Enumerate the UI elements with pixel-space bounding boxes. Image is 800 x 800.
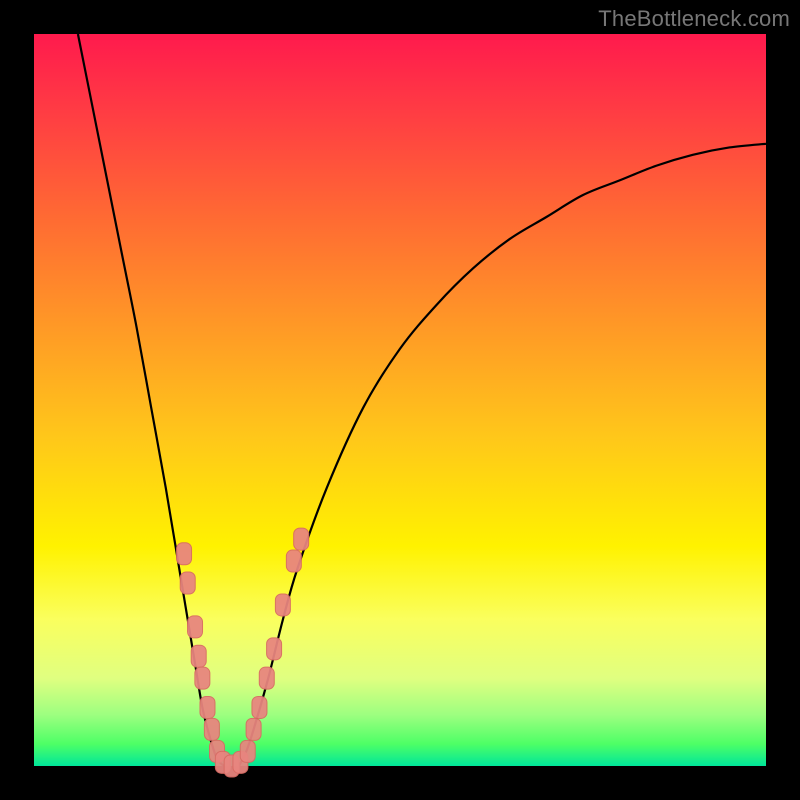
marker-point xyxy=(240,740,255,762)
chart-frame: TheBottleneck.com xyxy=(0,0,800,800)
marker-point xyxy=(267,638,282,660)
marker-point xyxy=(180,572,195,594)
marker-point xyxy=(200,696,215,718)
marker-point xyxy=(188,616,203,638)
marker-point xyxy=(195,667,210,689)
bottleneck-curve xyxy=(78,34,766,766)
marker-point xyxy=(204,718,219,740)
marker-point xyxy=(246,718,261,740)
curve-layer xyxy=(34,34,766,766)
marker-point xyxy=(191,645,206,667)
marker-point xyxy=(275,594,290,616)
marker-point xyxy=(259,667,274,689)
marker-point xyxy=(177,543,192,565)
marker-cluster xyxy=(177,528,309,777)
marker-point xyxy=(286,550,301,572)
marker-point xyxy=(252,696,267,718)
watermark-text: TheBottleneck.com xyxy=(598,6,790,32)
series-right-branch xyxy=(239,144,766,766)
marker-point xyxy=(294,528,309,550)
plot-area xyxy=(34,34,766,766)
